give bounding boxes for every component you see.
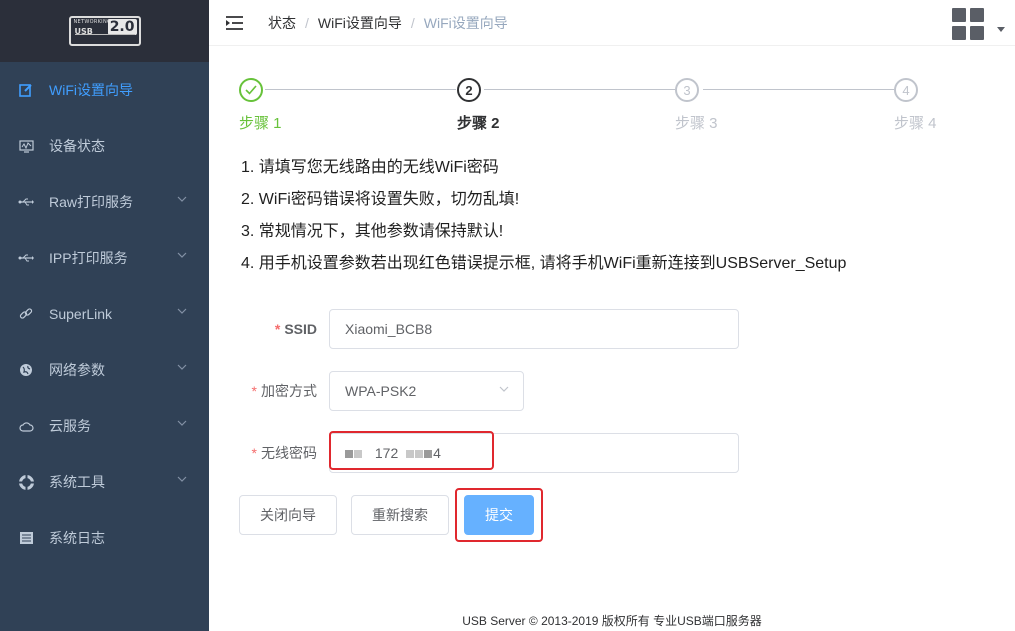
redacted-mask bbox=[345, 450, 353, 459]
sidebar-item-system-log[interactable]: 系统日志 bbox=[0, 510, 209, 566]
instruction-line: 3. 常规情况下，其他参数请保持默认! bbox=[241, 223, 504, 240]
redacted-mask bbox=[415, 450, 424, 459]
usb-networking-logo: NETWORKING USB 2.0 bbox=[68, 16, 141, 46]
step-connector bbox=[484, 89, 675, 90]
password-visible-part: 172 bbox=[374, 445, 399, 461]
encryption-value: WPA-PSK2 bbox=[345, 383, 417, 399]
sidebar: NETWORKING USB 2.0 WiFi设置向导 设备状态 Raw打印服务… bbox=[0, 0, 209, 631]
chevron-down-icon bbox=[177, 364, 187, 370]
wizard-steps: 步骤 1 2 步骤 2 3 步骤 3 4 步骤 4 bbox=[239, 78, 979, 138]
sidebar-item-cloud[interactable]: 云服务 bbox=[0, 398, 209, 454]
sidebar-item-label: WiFi设置向导 bbox=[49, 82, 133, 98]
step-4-number: 4 bbox=[894, 78, 918, 102]
breadcrumb-separator: / bbox=[305, 14, 309, 31]
ssid-value: Xiaomi_BCB8 bbox=[345, 321, 433, 337]
logo-top-text: NETWORKING bbox=[73, 19, 112, 25]
sidebar-item-network[interactable]: 网络参数 bbox=[0, 342, 209, 398]
monitor-icon bbox=[18, 138, 34, 154]
sidebar-item-label: 系统日志 bbox=[49, 530, 105, 546]
rescan-button[interactable]: 重新搜索 bbox=[351, 495, 449, 535]
breadcrumb-item-current: WiFi设置向导 bbox=[423, 14, 508, 31]
step-1-check-icon bbox=[239, 78, 263, 102]
sidebar-item-label: 云服务 bbox=[49, 418, 91, 434]
ssid-label: * SSID bbox=[274, 321, 317, 337]
step-2-title: 步骤 2 bbox=[457, 115, 500, 132]
sidebar-item-wifi-wizard[interactable]: WiFi设置向导 bbox=[0, 62, 209, 118]
step-connector bbox=[703, 89, 894, 90]
ssid-row: * SSID Xiaomi_BCB8 bbox=[239, 309, 739, 349]
logo-version: 2.0 bbox=[107, 19, 137, 35]
list-icon bbox=[18, 530, 34, 546]
sidebar-item-label: Raw打印服务 bbox=[49, 194, 134, 210]
sidebar-item-label: 网络参数 bbox=[49, 362, 105, 378]
sidebar-item-label: 设备状态 bbox=[49, 138, 105, 154]
sidebar-item-label: IPP打印服务 bbox=[49, 250, 128, 266]
instructions: 1. 请填写您无线路由的无线WiFi密码 2. WiFi密码错误将设置失败，切勿… bbox=[241, 157, 846, 285]
usb-icon bbox=[18, 194, 34, 210]
encryption-row: * 加密方式 WPA-PSK2 bbox=[239, 371, 524, 411]
sidebar-item-superlink[interactable]: SuperLink bbox=[0, 286, 209, 342]
step-3-number: 3 bbox=[675, 78, 699, 102]
chevron-down-icon bbox=[177, 308, 187, 314]
password-row: * 无线密码 172 4 bbox=[239, 433, 739, 473]
redacted-mask bbox=[354, 450, 362, 459]
close-wizard-button[interactable]: 关闭向导 bbox=[239, 495, 337, 535]
chevron-down-icon bbox=[177, 476, 187, 482]
redacted-mask bbox=[424, 450, 433, 459]
caret-down-icon[interactable] bbox=[997, 27, 1005, 32]
step-4-title: 步骤 4 bbox=[894, 115, 937, 132]
step-1-title: 步骤 1 bbox=[239, 115, 282, 132]
menu-fold-icon[interactable] bbox=[226, 15, 244, 31]
chevron-down-icon bbox=[499, 386, 509, 392]
sidebar-item-label: SuperLink bbox=[49, 306, 113, 322]
lifebuoy-icon bbox=[18, 474, 34, 490]
chevron-down-icon bbox=[177, 252, 187, 258]
breadcrumb-item-status[interactable]: 状态 bbox=[268, 13, 296, 33]
sidebar-item-system-tools[interactable]: 系统工具 bbox=[0, 454, 209, 510]
step-connector bbox=[265, 89, 456, 90]
ssid-input[interactable]: Xiaomi_BCB8 bbox=[329, 309, 739, 349]
instruction-line: 2. WiFi密码错误将设置失败，切勿乱填! bbox=[241, 191, 520, 208]
logo-circuit-graphic bbox=[74, 34, 135, 41]
sidebar-item-label: 系统工具 bbox=[49, 474, 105, 490]
chevron-down-icon bbox=[177, 420, 187, 426]
password-input[interactable]: 172 4 bbox=[329, 433, 739, 473]
edit-icon bbox=[18, 82, 34, 98]
redacted-mask bbox=[406, 450, 415, 459]
globe-icon bbox=[18, 362, 34, 378]
sidebar-item-raw-print[interactable]: Raw打印服务 bbox=[0, 174, 209, 230]
step-2-number: 2 bbox=[457, 78, 481, 102]
sidebar-item-device-status[interactable]: 设备状态 bbox=[0, 118, 209, 174]
encryption-select[interactable]: WPA-PSK2 bbox=[329, 371, 524, 411]
breadcrumb: 状态 / WiFi设置向导 / WiFi设置向导 bbox=[268, 13, 508, 33]
chevron-down-icon bbox=[177, 196, 187, 202]
breadcrumb-separator: / bbox=[410, 14, 415, 31]
encryption-label: * 加密方式 bbox=[251, 383, 317, 399]
top-navbar: 状态 / WiFi设置向导 / WiFi设置向导 bbox=[209, 0, 1015, 46]
footer-copyright: USB Server © 2013-2019 版权所有 专业USB端口服务器 bbox=[462, 614, 762, 628]
password-label: * 无线密码 bbox=[251, 445, 317, 461]
step-3-title: 步骤 3 bbox=[675, 115, 718, 132]
cloud-icon bbox=[18, 418, 34, 434]
breadcrumb-item-wizard[interactable]: WiFi设置向导 bbox=[318, 13, 402, 33]
instruction-line: 1. 请填写您无线路由的无线WiFi密码 bbox=[241, 159, 499, 176]
submit-button[interactable]: 提交 bbox=[464, 495, 534, 535]
logo-area: NETWORKING USB 2.0 bbox=[0, 0, 209, 62]
sidebar-item-ipp-print[interactable]: IPP打印服务 bbox=[0, 230, 209, 286]
link-icon bbox=[18, 306, 34, 322]
apps-grid-icon[interactable] bbox=[952, 8, 984, 40]
instruction-line: 4. 用手机设置参数若出现红色错误提示框, 请将手机WiFi重新连接到USBSe… bbox=[241, 255, 847, 272]
usb-icon bbox=[18, 250, 34, 266]
password-visible-part: 4 bbox=[433, 445, 441, 461]
